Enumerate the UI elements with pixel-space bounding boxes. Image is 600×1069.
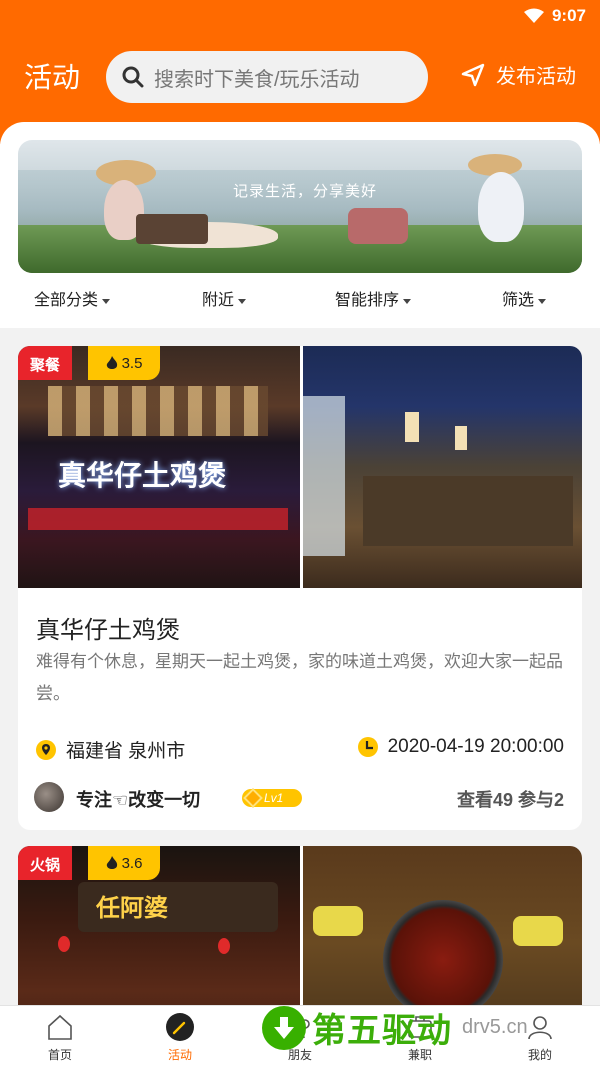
filter-category[interactable]: 全部分类 [34,286,111,310]
category-tag: 火锅 [18,846,73,880]
diamond-icon [243,788,263,808]
send-icon [461,63,485,86]
caret-down-icon [538,298,547,304]
tab-label: 活动 [167,1048,192,1062]
location: 福建省 泉州市 [36,736,185,763]
rating-badge: 3.6 [88,846,160,880]
rating-value: 3.5 [121,354,143,372]
rating-value: 3.6 [121,854,143,872]
flame-icon [106,855,117,869]
filter-label: 附近 [202,292,235,309]
filter-label: 全部分类 [34,292,99,309]
search-placeholder: 搜索时下美食/玩乐活动 [154,68,360,91]
tab-home[interactable]: 首页 [0,1012,120,1063]
filter-bar: 全部分类 附近 智能排序 筛选 [0,282,600,312]
card-meta: 福建省 泉州市 2020-04-19 20:00:00 [36,736,564,763]
page-title: 活动 [24,62,81,93]
view-join-stats: 查看49 参与2 [456,790,564,810]
tab-label: 首页 [47,1048,72,1062]
tab-activity[interactable]: 活动 [120,1012,240,1063]
banner-image[interactable]: 记录生活，分享美好 [18,140,582,273]
datetime-text: 2020-04-19 20:00:00 [387,736,564,757]
level-badge: Lv1 [242,788,302,808]
activity-card[interactable]: 真华仔土鸡煲 聚餐 3.5 真华仔土鸡煲 难得有个休息，星期天一起土鸡煲，家的味… [18,346,582,830]
storefront-sign: 任阿婆 [96,895,168,922]
search-input[interactable]: 搜索时下美食/玩乐活动 [106,51,428,103]
level-text: Lv1 [264,791,284,805]
card-title: 真华仔土鸡煲 [36,617,180,644]
caret-down-icon [102,298,111,304]
download-arrow-icon [262,1005,306,1050]
card-photo-interior [303,346,582,588]
status-bar: 9:07 [0,0,600,34]
filter-sort[interactable]: 智能排序 [335,286,412,310]
banner-slogan: 记录生活，分享美好 [233,183,378,200]
category-tag: 聚餐 [18,346,73,380]
location-pin-icon [36,739,56,760]
clock-icon [357,737,378,757]
card-description: 难得有个休息，星期天一起土鸡煲，家的味道土鸡煲，欢迎大家一起品尝。 [36,652,563,703]
rating-badge: 3.5 [88,346,160,380]
caret-down-icon [403,298,412,304]
avatar[interactable] [34,782,64,812]
status-time: 9:07 [551,6,586,25]
watermark: 第五驱动 drv5.cn [262,1003,528,1052]
card-photo-storefront: 真华仔土鸡煲 [18,346,300,588]
username[interactable]: 专注☜改变一切 [76,786,200,812]
publish-label: 发布活动 [496,66,576,88]
organizer-row: 专注☜改变一切 Lv1 查看49 参与2 [34,782,564,816]
watermark-domain: drv5.cn [462,1016,528,1038]
compass-icon [166,1013,194,1041]
user-icon [528,1016,552,1040]
filter-nearby[interactable]: 附近 [202,286,247,310]
storefront-sign: 真华仔土鸡煲 [58,460,227,491]
watermark-text: 第五驱动 [312,1012,452,1050]
location-text: 福建省 泉州市 [66,741,186,762]
publish-activity-button[interactable]: 发布活动 [460,60,576,89]
caret-down-icon [238,298,247,304]
search-icon [122,66,144,88]
home-icon [48,1014,72,1040]
datetime: 2020-04-19 20:00:00 [357,736,564,758]
wifi-icon [523,8,544,23]
tab-label: 我的 [527,1048,552,1062]
filter-label: 智能排序 [335,292,400,309]
filter-label: 筛选 [502,292,535,309]
flame-icon [106,355,117,369]
filter-more[interactable]: 筛选 [502,286,547,310]
